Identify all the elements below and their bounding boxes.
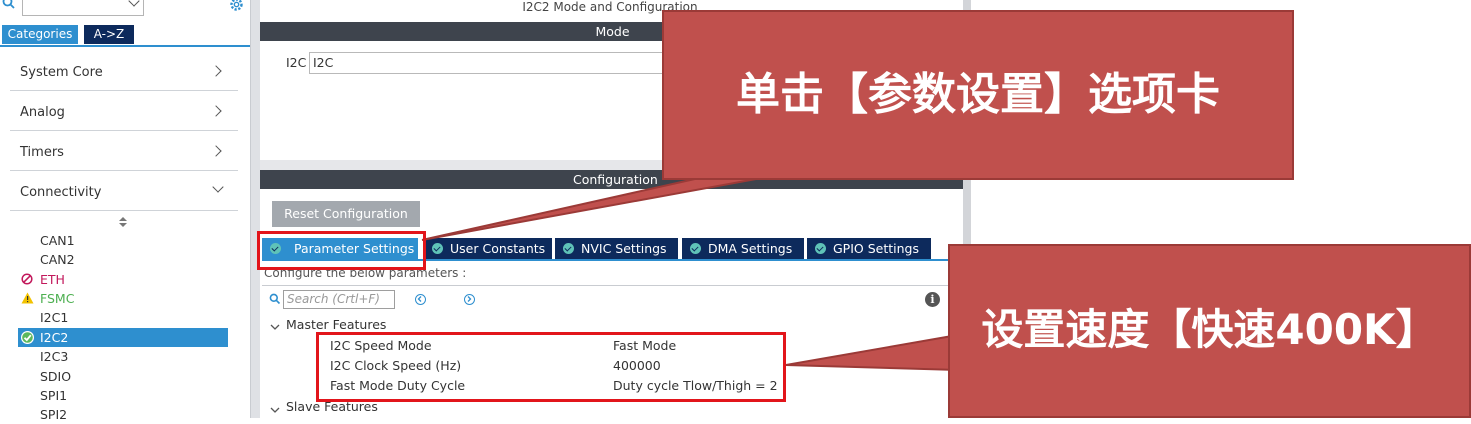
callout-click-parameter-settings: 单击【参数设置】选项卡 xyxy=(662,10,1294,180)
callout-set-speed: 设置速度【快速400K】 xyxy=(948,244,1471,418)
highlight-speed-params xyxy=(316,332,786,402)
callout-pointer-2 xyxy=(785,333,959,372)
highlight-parameter-settings-tab xyxy=(257,231,426,270)
